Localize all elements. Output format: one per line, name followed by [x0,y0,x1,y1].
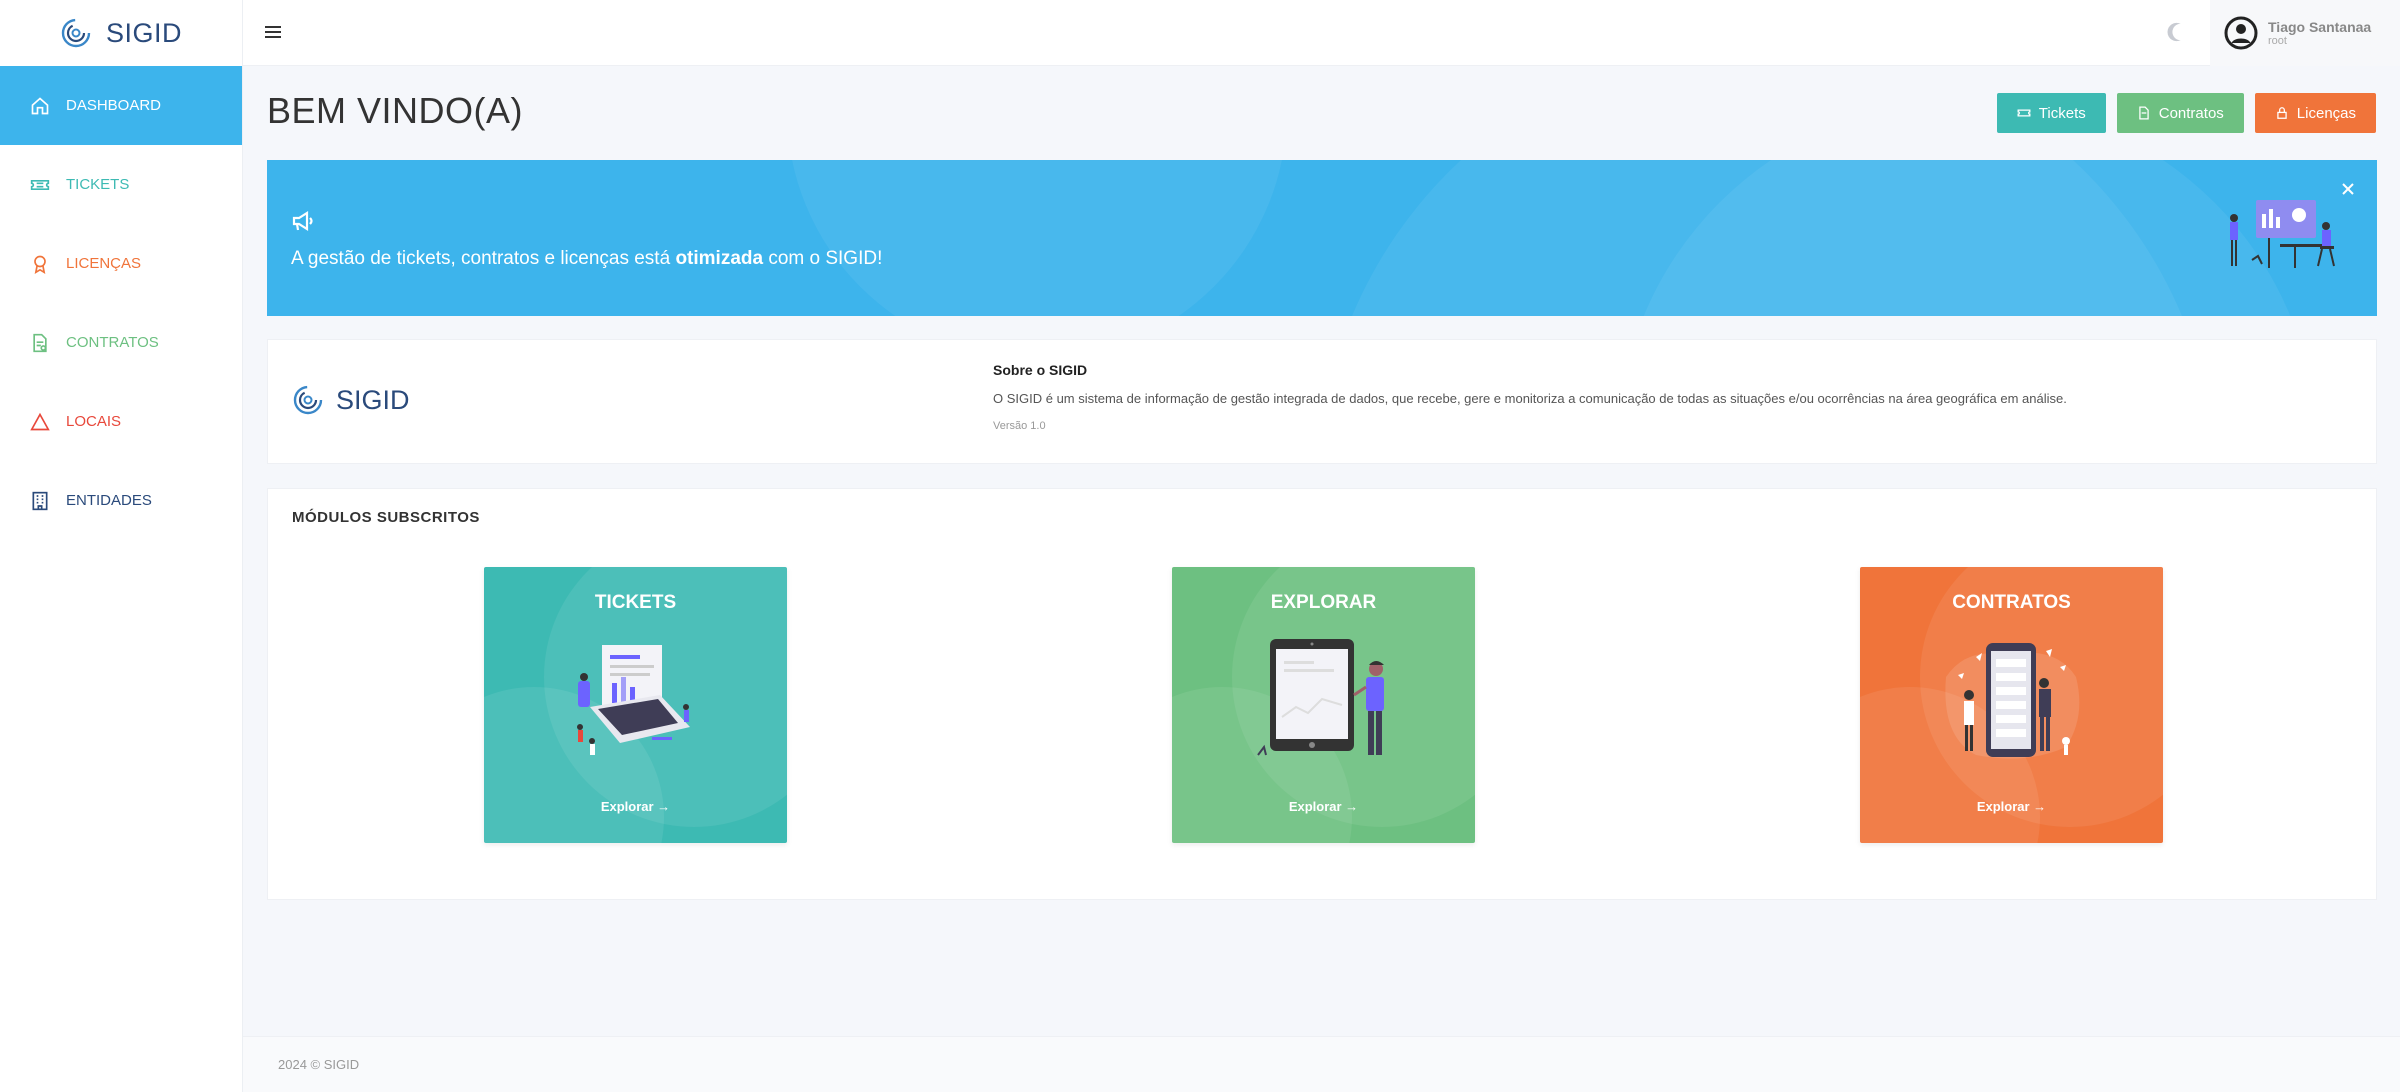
home-icon [31,96,49,114]
module-card-title: CONTRATOS [1952,592,2071,613]
sidebar-nav: DASHBOARD TICKETS LICENÇAS CONTRATOS LOC… [0,66,242,540]
sidebar-item-label: ENTIDADES [66,492,152,509]
phone-contracts-illustration-icon [1945,643,2080,759]
triangle-icon [30,412,50,430]
building-icon [32,491,48,510]
sidebar: SIGID DASHBOARD TICKETS LICENÇAS CONTRAT… [0,0,243,1092]
sidebar-item-dashboard[interactable]: DASHBOARD [0,66,242,145]
close-icon[interactable] [2341,182,2355,196]
module-card-tickets[interactable]: TICKETS Explorar → [484,567,787,843]
licencas-button[interactable]: Licenças [2254,93,2376,133]
document-icon [2139,106,2149,120]
sidebar-item-contratos[interactable]: CONTRATOS [0,303,242,382]
sidebar-item-locais[interactable]: LOCAIS [0,382,242,461]
header-actions: Tickets Contratos Licenças [1996,93,2376,133]
welcome-banner: A gestão de tickets, contratos e licença… [267,160,2377,316]
laptop-tickets-illustration-icon [577,645,690,755]
user-info: Tiago Santanaa root [2268,19,2371,47]
sidebar-item-entidades[interactable]: ENTIDADES [0,461,242,540]
user-name: Tiago Santanaa [2268,19,2372,35]
lock-icon [2277,107,2287,119]
about-content: Sobre o SIGID O SIGID é um sistema de in… [993,362,2067,432]
button-label: Tickets [2038,104,2086,122]
footer: 2024 © SIGID [243,1036,2400,1092]
about-logo: SIGID [292,384,410,416]
brand-logo[interactable]: SIGID [0,0,242,66]
sidebar-item-tickets[interactable]: TICKETS [0,145,242,224]
about-description: O SIGID é um sistema de informação de ge… [993,391,2067,406]
subscribed-modules: MÓDULOS SUBSCRITOS TICKETS Explorar → EX… [267,488,2377,900]
button-label: Contratos [2158,104,2224,122]
about-title: Sobre o SIGID [993,362,1088,378]
brand-name: SIGID [105,17,182,48]
page-title: BEM VINDO(A) [267,90,524,131]
moon-icon[interactable] [2166,20,2188,44]
module-card-contratos[interactable]: CONTRATOS Explorar → [1860,567,2163,843]
ticket-icon [2017,109,2031,117]
banner-message: A gestão de tickets, contratos e licença… [291,248,883,269]
footer-copyright: 2024 © SIGID [278,1057,360,1072]
button-label: Licenças [2296,104,2356,122]
sidebar-item-licencas[interactable]: LICENÇAS [0,224,242,303]
main-content: BEM VINDO(A) Tickets Contratos Licenças … [243,66,2400,1092]
sidebar-item-label: TICKETS [66,176,130,193]
sidebar-item-label: LOCAIS [66,413,122,430]
module-card-title: TICKETS [594,592,677,613]
module-card-explore-link[interactable]: Explorar → [484,799,787,814]
about-panel: SIGID Sobre o SIGID O SIGID é um sistema… [267,339,2377,464]
tickets-button[interactable]: Tickets [1996,93,2106,133]
user-role: root [2268,35,2287,47]
topbar: Tiago Santanaa root [243,0,2400,66]
module-card-explore-link[interactable]: Explorar → [1172,799,1475,814]
meeting-illustration-icon [2230,200,2335,268]
sidebar-item-label: LICENÇAS [66,255,142,272]
document-icon [33,333,47,352]
user-avatar-icon [2224,16,2258,50]
contratos-button[interactable]: Contratos [2116,93,2244,133]
ticket-icon [30,179,50,190]
module-card-explore-link[interactable]: Explorar → [1860,799,2163,814]
about-version: Versão 1.0 [993,420,1046,432]
menu-icon[interactable] [263,22,283,42]
module-card-title: EXPLORAR [1270,592,1377,613]
award-icon [34,255,46,274]
sigid-logo-icon [293,385,323,415]
megaphone-icon [292,211,313,231]
sidebar-item-label: DASHBOARD [66,97,162,114]
sidebar-item-label: CONTRATOS [66,334,159,351]
module-card-explorar[interactable]: EXPLORAR Explorar → [1172,567,1475,843]
user-menu[interactable]: Tiago Santanaa root [2210,0,2400,66]
modules-title: MÓDULOS SUBSCRITOS [292,509,480,526]
tablet-illustration-icon [1257,639,1384,756]
sigid-logo-icon [61,18,91,48]
about-logo-text: SIGID [336,384,410,415]
